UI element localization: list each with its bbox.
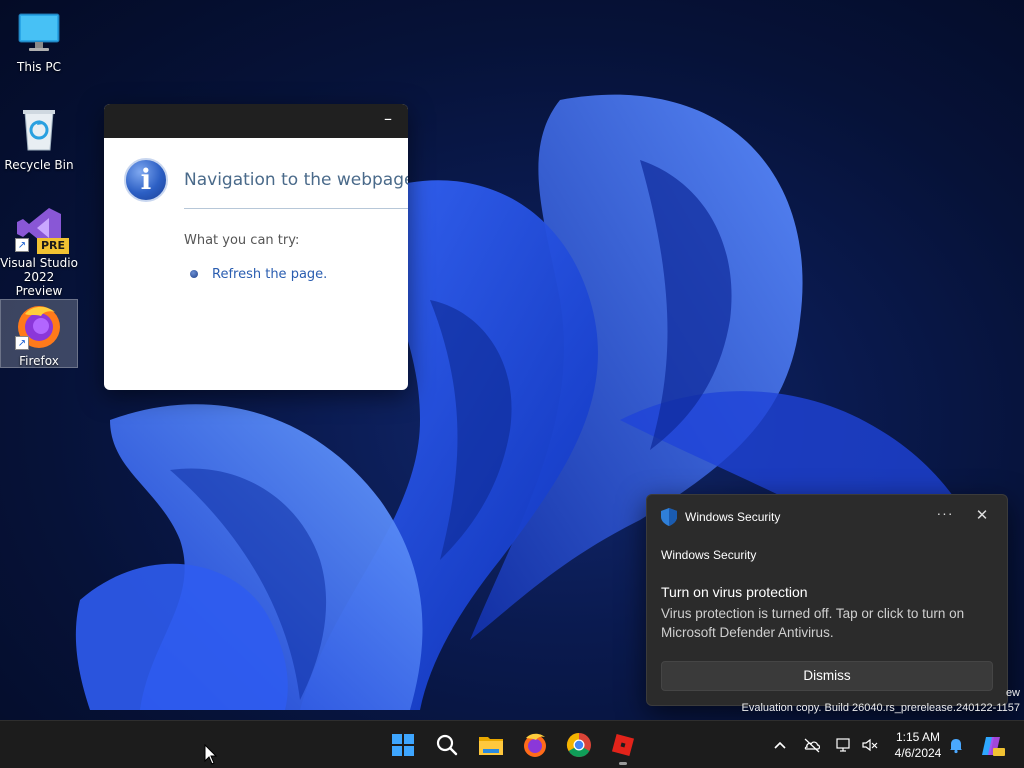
toast-app-name: Windows Security xyxy=(685,510,781,524)
roblox-icon xyxy=(611,733,635,757)
window-titlebar[interactable]: – xyxy=(104,104,408,138)
watermark-line-1: ew xyxy=(1005,687,1020,699)
search-button[interactable] xyxy=(431,729,463,761)
close-icon[interactable]: ✕ xyxy=(971,505,993,527)
refresh-page-link[interactable]: Refresh the page. xyxy=(212,267,327,282)
desktop-icon-this-pc[interactable]: This PC xyxy=(0,8,78,74)
chrome-taskbar-button[interactable] xyxy=(563,729,595,761)
bullet-icon xyxy=(190,270,198,278)
mouse-cursor-icon xyxy=(204,744,218,765)
desktop-icon-label: Visual Studio 2022 Preview xyxy=(0,256,78,298)
desktop-icon-label: Recycle Bin xyxy=(4,158,74,172)
toast-title: Turn on virus protection xyxy=(661,584,808,600)
volume-muted-icon[interactable] xyxy=(860,735,880,755)
file-explorer-icon xyxy=(479,737,503,755)
desktop-icon-recycle-bin[interactable]: Recycle Bin xyxy=(0,106,78,172)
shield-icon xyxy=(661,508,677,526)
navigation-error-window: – i Navigation to the webpage w What you… xyxy=(104,104,408,390)
start-button[interactable] xyxy=(387,729,419,761)
info-icon: i xyxy=(124,158,168,202)
desktop-icon-visual-studio[interactable]: PRE ↗ Visual Studio 2022 Preview xyxy=(0,204,78,298)
chrome-icon xyxy=(566,733,591,758)
shortcut-arrow-icon: ↗ xyxy=(15,238,29,252)
firefox-icon xyxy=(524,733,546,757)
evaluation-watermark: ew Evaluation copy. Build 26040.rs_prere… xyxy=(742,686,1020,716)
onedrive-icon[interactable] xyxy=(802,735,822,755)
clock-time: 1:15 AM xyxy=(895,730,941,744)
notification-bell-icon[interactable] xyxy=(946,735,966,755)
desktop-icon-label: Firefox xyxy=(19,354,59,368)
running-indicator xyxy=(619,762,627,765)
taskbar: 1:15 AM 4/6/2024 xyxy=(0,720,1024,768)
recycle-bin-icon xyxy=(15,106,63,154)
desktop-icon-label: This PC xyxy=(17,60,61,74)
toast-subtitle: Windows Security xyxy=(661,548,757,562)
system-clock[interactable]: 1:15 AM 4/6/2024 xyxy=(888,729,948,761)
file-explorer-button[interactable] xyxy=(475,729,507,761)
roblox-taskbar-button[interactable] xyxy=(607,729,639,765)
window-content: i Navigation to the webpage w What you c… xyxy=(104,138,408,390)
visual-studio-icon: PRE ↗ xyxy=(15,204,69,254)
firefox-taskbar-button[interactable] xyxy=(519,729,551,761)
toast-message: Virus protection is turned off. Tap or c… xyxy=(661,606,965,640)
divider xyxy=(184,208,408,209)
error-heading: Navigation to the webpage w xyxy=(184,170,408,190)
chevron-up-icon[interactable] xyxy=(770,735,790,755)
network-icon[interactable] xyxy=(834,735,854,755)
start-icon xyxy=(392,734,414,756)
minimize-button[interactable]: – xyxy=(376,111,400,130)
more-options-icon[interactable]: ··· xyxy=(933,505,957,527)
shortcut-arrow-icon: ↗ xyxy=(15,336,29,350)
what-you-can-try-label: What you can try: xyxy=(184,233,300,248)
windows-security-toast[interactable]: Windows Security ··· ✕ Windows Security … xyxy=(646,494,1008,706)
desktop-icon-firefox[interactable]: ↗ Firefox xyxy=(0,299,78,368)
monitor-icon xyxy=(15,8,63,56)
preview-badge: PRE xyxy=(36,238,69,254)
search-icon xyxy=(436,734,458,756)
watermark-line-2: Evaluation copy. Build 26040.rs_prerelea… xyxy=(741,702,1020,714)
copilot-icon[interactable] xyxy=(980,735,1006,756)
clock-date: 4/6/2024 xyxy=(894,746,942,760)
firefox-icon: ↗ xyxy=(15,302,63,350)
